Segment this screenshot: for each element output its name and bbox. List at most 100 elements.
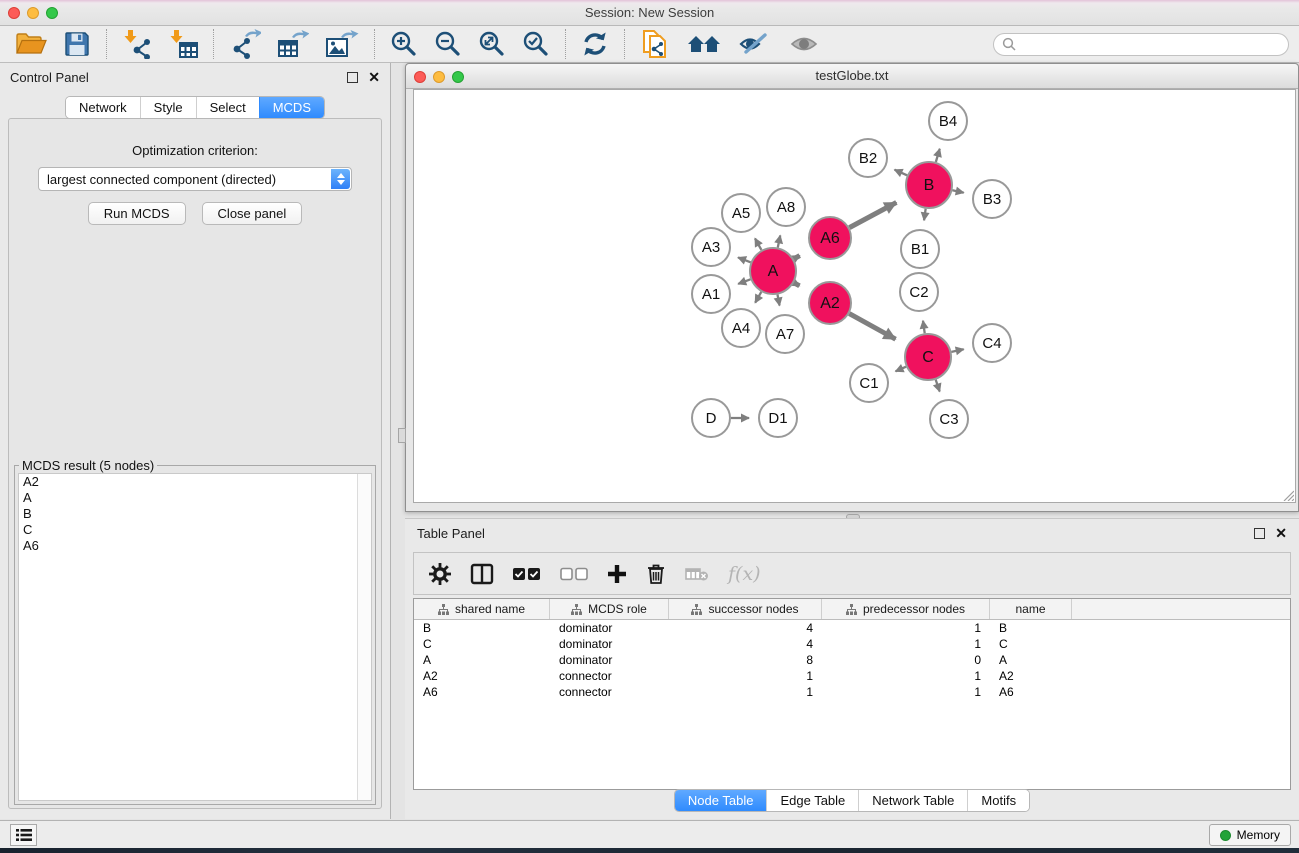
node-label-B4: B4 (939, 113, 957, 130)
show-all-icon[interactable] (788, 32, 820, 56)
tab-node-table[interactable]: Node Table (675, 790, 767, 811)
table-row[interactable]: Cdominator41C (414, 636, 1290, 652)
edge-A-A3[interactable] (738, 257, 751, 262)
edge-A-A6[interactable] (794, 256, 800, 259)
import-table-icon[interactable] (168, 29, 198, 59)
result-list-scrollbar[interactable] (357, 474, 371, 800)
import-network-icon[interactable] (122, 29, 152, 59)
refresh-icon[interactable] (581, 30, 609, 58)
run-mcds-button[interactable]: Run MCDS (88, 202, 186, 225)
table-row[interactable]: Bdominator41B (414, 620, 1290, 636)
float-panel-icon[interactable] (347, 72, 358, 83)
zoom-in-icon[interactable] (390, 30, 418, 58)
table-row[interactable]: Adominator80A (414, 652, 1290, 668)
search-text-field[interactable] (1020, 37, 1288, 51)
table-panel: Table Panel ✕ f(x) shared nameMCDS roles… (405, 518, 1299, 819)
close-window-button[interactable] (8, 7, 20, 19)
column-header-MCDS-role[interactable]: MCDS role (550, 599, 669, 619)
mcds-result-item[interactable]: A2 (19, 474, 371, 490)
export-network-icon[interactable] (229, 29, 261, 59)
clone-network-icon[interactable] (640, 28, 670, 60)
maximize-window-button[interactable] (46, 7, 58, 19)
open-file-icon[interactable] (15, 30, 47, 58)
tab-network[interactable]: Network (66, 97, 140, 118)
close-panel-icon[interactable]: ✕ (368, 72, 380, 83)
mcds-result-item[interactable]: A6 (19, 538, 371, 554)
column-header-predecessor-nodes[interactable]: predecessor nodes (822, 599, 990, 619)
edge-B-B2[interactable] (895, 170, 908, 176)
network-close-button[interactable] (414, 71, 426, 83)
tab-network-table[interactable]: Network Table (858, 790, 967, 811)
tab-style[interactable]: Style (140, 97, 196, 118)
app-titlebar: Session: New Session (0, 0, 1299, 26)
table-body: Bdominator41BCdominator41CAdominator80AA… (414, 620, 1290, 700)
network-window-titlebar[interactable]: testGlobe.txt (406, 64, 1298, 89)
edge-B-B3[interactable] (952, 190, 963, 193)
table-close-panel-icon[interactable]: ✕ (1275, 528, 1287, 539)
table-row[interactable]: A2connector11A2 (414, 668, 1290, 684)
edge-A-A2[interactable] (794, 283, 800, 286)
node-label-D1: D1 (768, 410, 787, 427)
search-input[interactable] (993, 33, 1289, 56)
edge-C-C3[interactable] (936, 380, 940, 392)
edge-B-B4[interactable] (936, 149, 940, 162)
mcds-result-list[interactable]: A2ABCA6 (18, 473, 372, 801)
memory-button[interactable]: Memory (1209, 824, 1291, 846)
zoom-out-icon[interactable] (434, 30, 462, 58)
hide-selected-icon[interactable] (738, 31, 772, 57)
column-view-icon[interactable] (470, 563, 494, 585)
network-minimize-button[interactable] (433, 71, 445, 83)
node-label-C1: C1 (859, 375, 878, 392)
edge-A-A5[interactable] (755, 238, 761, 250)
edge-C-C1[interactable] (896, 367, 907, 372)
edge-A2-C[interactable] (849, 314, 895, 340)
resize-grip-icon[interactable] (1280, 487, 1294, 501)
column-header-shared-name[interactable]: shared name (414, 599, 550, 619)
node-label-C3: C3 (939, 411, 958, 428)
node-label-B: B (924, 177, 935, 194)
tab-select[interactable]: Select (196, 97, 259, 118)
mcds-result-item[interactable]: B (19, 506, 371, 522)
panel-splitter-handle[interactable] (398, 428, 406, 443)
minimize-window-button[interactable] (27, 7, 39, 19)
close-panel-button[interactable]: Close panel (202, 202, 303, 225)
save-session-icon[interactable] (63, 30, 91, 58)
table-row[interactable]: A6connector11A6 (414, 684, 1290, 700)
edge-A6-B[interactable] (849, 202, 896, 227)
edge-A-A1[interactable] (738, 279, 750, 284)
zoom-fit-icon[interactable] (478, 30, 506, 58)
node-table[interactable]: shared name MCDS role successor nodesprede… (413, 598, 1291, 790)
tab-edge-table[interactable]: Edge Table (766, 790, 858, 811)
table-float-panel-icon[interactable] (1254, 528, 1265, 539)
edge-B-B1[interactable] (924, 209, 926, 221)
criterion-select[interactable]: largest connected component (directed) (38, 167, 352, 191)
select-all-icon[interactable] (513, 567, 541, 581)
edge-C-C4[interactable] (951, 349, 963, 352)
export-image-icon[interactable] (325, 29, 359, 59)
mcds-result-item[interactable]: A (19, 490, 371, 506)
tab-mcds[interactable]: MCDS (259, 97, 324, 118)
mcds-result-item[interactable]: C (19, 522, 371, 538)
column-header-label: MCDS role (588, 602, 647, 616)
edge-A-A7[interactable] (777, 295, 779, 306)
tab-motifs[interactable]: Motifs (967, 790, 1029, 811)
deselect-all-icon[interactable] (560, 567, 588, 581)
network-maximize-button[interactable] (452, 71, 464, 83)
edge-A-A8[interactable] (778, 235, 780, 247)
network-graph[interactable]: B4B2BB3A5A8A6B1A3AC2A1A2A4A7C4CC1C3DD1 (414, 90, 1298, 505)
cell-predecessor-nodes: 0 (822, 653, 990, 667)
cell-shared-name: C (414, 637, 550, 651)
add-column-icon[interactable] (607, 564, 627, 584)
edge-C-C2[interactable] (923, 321, 925, 334)
delete-column-icon[interactable] (646, 563, 666, 585)
zoom-selected-icon[interactable] (522, 30, 550, 58)
column-header-name[interactable]: name (990, 599, 1072, 619)
cell-successor-nodes: 8 (669, 653, 822, 667)
gear-icon[interactable] (429, 563, 451, 585)
export-table-icon[interactable] (277, 29, 309, 59)
edge-A-A4[interactable] (755, 292, 761, 303)
first-neighbors-icon[interactable] (686, 31, 722, 57)
task-history-button[interactable] (10, 824, 37, 846)
column-header-successor-nodes[interactable]: successor nodes (669, 599, 822, 619)
network-canvas[interactable]: B4B2BB3A5A8A6B1A3AC2A1A2A4A7C4CC1C3DD1 (413, 89, 1296, 503)
